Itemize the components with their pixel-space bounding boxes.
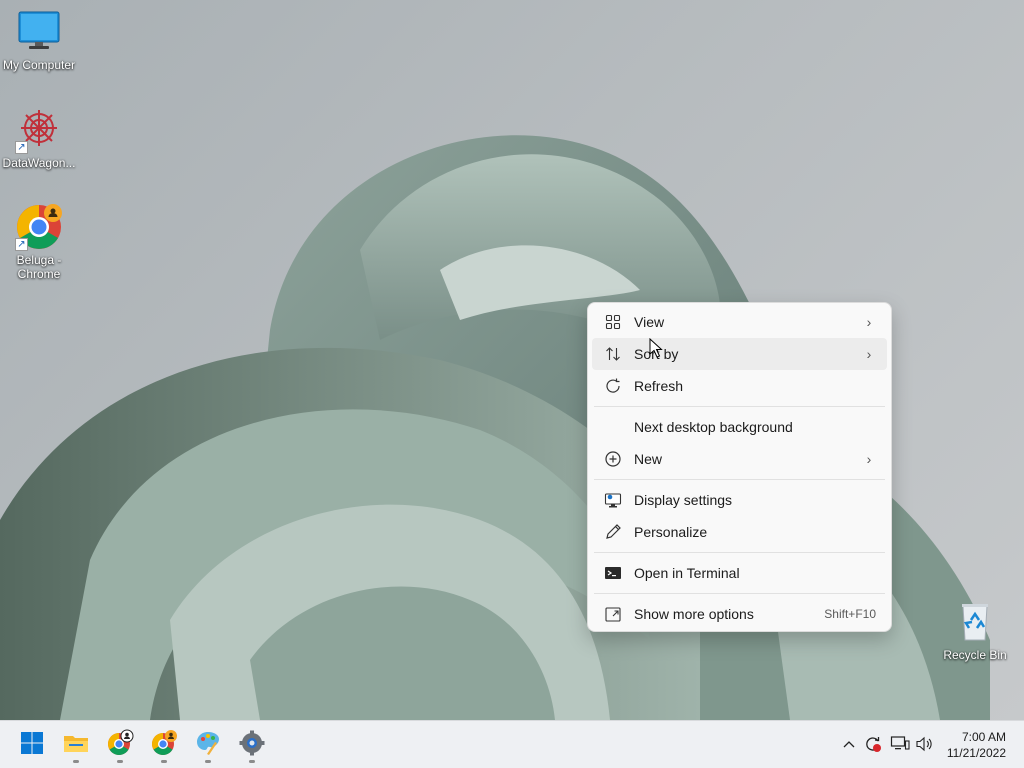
menu-separator [594,406,885,407]
menu-item-view[interactable]: View › [592,306,887,338]
chevron-right-icon: › [866,346,872,362]
pen-icon [602,521,624,543]
chevron-right-icon: › [866,314,872,330]
clock-date: 11/21/2022 [946,746,1006,760]
desktop-icon-beluga-chrome[interactable]: ↗ Beluga - Chrome [0,203,78,281]
grid-icon [602,311,624,333]
mouse-cursor-icon [649,338,663,358]
menu-item-label: New [634,451,663,467]
menu-item-show-more-options[interactable]: Show more options Shift+F10 [592,598,887,630]
share-icon [602,603,624,625]
sort-icon [602,343,624,365]
refresh-icon [602,375,624,397]
running-indicator [205,760,211,763]
menu-item-open-in-terminal[interactable]: Open in Terminal [592,557,887,589]
palette-icon [195,730,221,761]
desktop-icon-datawagon[interactable]: ↗ DataWagon... [0,106,78,170]
menu-item-personalize[interactable]: Personalize [592,516,887,548]
desktop-icon-label: DataWagon... [2,156,76,170]
taskbar-chrome-profile-1[interactable] [100,727,140,763]
sync-error-icon[interactable] [862,733,884,755]
menu-item-sort-by[interactable]: Sort by › [592,338,887,370]
menu-item-next-desktop-background[interactable]: Next desktop background [592,411,887,443]
desktop-icon-recycle-bin[interactable]: Recycle Bin [936,598,1014,662]
menu-item-new[interactable]: New › [592,443,887,475]
menu-item-label: Personalize [634,524,708,540]
menu-item-label: Next desktop background [634,419,793,435]
menu-item-label: Open in Terminal [634,565,740,581]
folder-icon [63,731,89,760]
gear-icon [239,730,265,761]
menu-item-label: Display settings [634,492,733,508]
desktop-context-menu: View › Sort by › Refresh Next desktop ba… [587,302,892,632]
taskbar-chrome-profile-2[interactable] [144,727,184,763]
taskbar-settings[interactable] [232,727,272,763]
running-indicator [161,760,167,763]
clock-time: 7:00 AM [961,730,1006,744]
running-indicator [117,760,123,763]
windows-logo-icon [20,731,44,760]
datawagon-icon: ↗ [15,106,63,154]
menu-separator [594,552,885,553]
start-button[interactable] [12,727,52,763]
desktop-icon-label-line1: Beluga - [16,253,62,267]
shortcut-arrow-icon: ↗ [15,238,28,251]
chrome-profile-icon [150,729,178,762]
menu-item-refresh[interactable]: Refresh [592,370,887,402]
display-settings-icon [602,489,624,511]
menu-item-label: Sort by [634,346,679,362]
show-hidden-icons-chevron-up-icon[interactable] [838,733,860,755]
running-indicator [73,760,79,763]
desktop-icon-label: My Computer [2,58,76,72]
chrome-profile-icon: ↗ [15,203,63,251]
taskbar: 7:00 AM 11/21/2022 [0,720,1024,768]
shortcut-arrow-icon: ↗ [15,141,28,154]
menu-item-label: Refresh [634,378,684,394]
menu-item-shortcut: Shift+F10 [824,607,876,621]
recycle-bin-icon [951,598,999,646]
clock[interactable]: 7:00 AM 11/21/2022 [947,729,1006,761]
taskbar-paint[interactable] [188,727,228,763]
menu-separator [594,479,885,480]
menu-item-display-settings[interactable]: Display settings [592,484,887,516]
desktop[interactable]: My Computer ↗ DataWagon... ↗ Beluga - Ch… [0,0,1024,720]
taskbar-file-explorer[interactable] [56,727,96,763]
chrome-profile-icon [106,729,134,762]
menu-item-label: Show more options [634,606,754,622]
terminal-icon [602,562,624,584]
monitor-icon [15,8,63,56]
network-icon[interactable] [889,733,911,755]
plus-circle-icon [602,448,624,470]
chevron-right-icon: › [866,451,872,467]
desktop-icon-label-line2: Chrome [17,267,61,281]
menu-separator [594,593,885,594]
volume-icon[interactable] [914,733,936,755]
menu-item-label: View [634,314,665,330]
desktop-icon-my-computer[interactable]: My Computer [0,8,78,72]
running-indicator [249,760,255,763]
desktop-icon-label: Recycle Bin [943,648,1007,662]
